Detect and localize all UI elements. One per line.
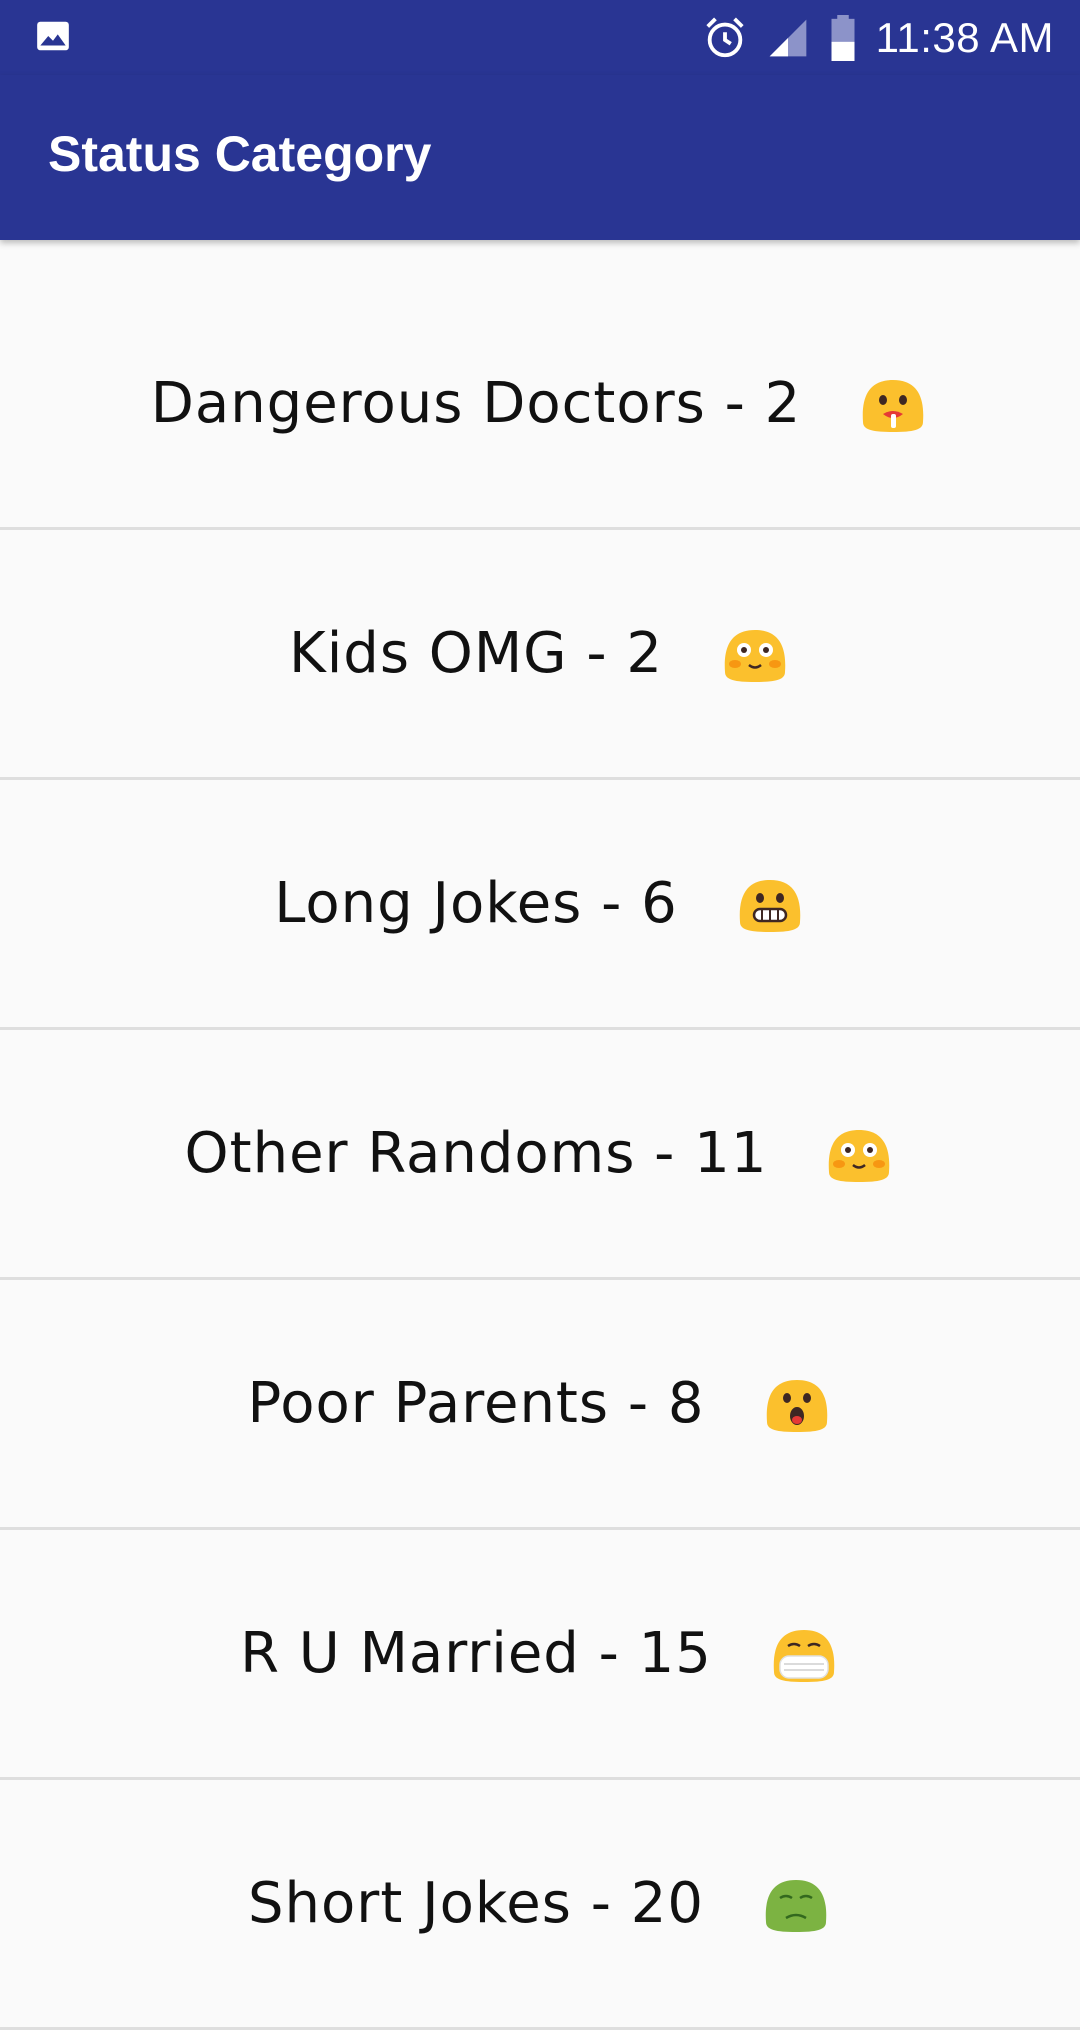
category-label: Other Randoms - 11: [184, 1121, 768, 1186]
signal-icon: [769, 19, 806, 57]
category-label: Poor Parents - 8: [247, 1371, 705, 1436]
category-item-other-randoms[interactable]: Other Randoms - 11: [0, 1030, 1080, 1280]
category-label: Long Jokes - 6: [274, 871, 678, 936]
category-item-poor-parents[interactable]: Poor Parents - 8: [0, 1280, 1080, 1530]
page-title: Status Category: [48, 126, 432, 182]
nauseated-face-icon: [760, 1874, 832, 1934]
status-icons: 11:38 AM: [702, 10, 1054, 66]
category-list: Dangerous Doctors - 2 Kids OMG - 2 Long …: [0, 240, 1080, 2030]
surprised-face-icon: [761, 1374, 833, 1434]
flushed-face-icon: [823, 1124, 895, 1184]
category-label: R U Married - 15: [240, 1621, 712, 1686]
alarm-icon: [706, 17, 744, 58]
category-label: Dangerous Doctors - 2: [150, 371, 802, 436]
image-icon: [37, 21, 69, 51]
category-item-kids-omg[interactable]: Kids OMG - 2: [0, 530, 1080, 780]
category-item-r-u-married[interactable]: R U Married - 15: [0, 1530, 1080, 1780]
grinning-face-icon: [734, 874, 806, 934]
status-time: 11:38 AM: [875, 14, 1054, 61]
battery-icon: [831, 15, 855, 61]
drooling-face-icon: [857, 374, 929, 434]
category-item-long-jokes[interactable]: Long Jokes - 6: [0, 780, 1080, 1030]
status-bar: 11:38 AM: [0, 0, 1080, 75]
category-label: Kids OMG - 2: [288, 621, 664, 686]
flushed-face-icon: [719, 624, 791, 684]
category-item-dangerous-doctors[interactable]: Dangerous Doctors - 2: [0, 240, 1080, 530]
medical-mask-face-icon: [768, 1624, 840, 1684]
category-item-short-jokes[interactable]: Short Jokes - 20: [0, 1780, 1080, 2030]
category-label: Short Jokes - 20: [248, 1871, 704, 1936]
app-toolbar: Status Category: [0, 75, 1080, 240]
